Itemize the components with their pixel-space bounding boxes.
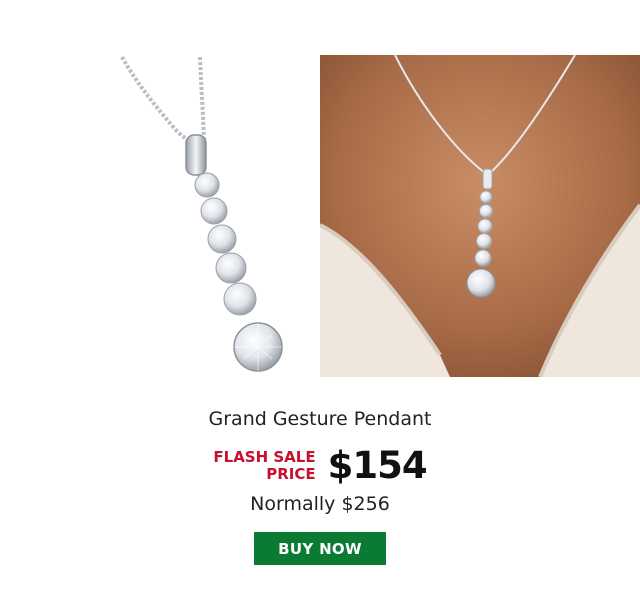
product-title[interactable]: Grand Gesture Pendant <box>0 408 640 430</box>
sale-price: $154 <box>327 444 428 487</box>
pendant-product-image[interactable] <box>0 55 320 377</box>
pendant-model-image[interactable] <box>320 55 640 377</box>
flash-sale-label: FLASH SALE PRICE <box>213 447 316 483</box>
flash-sale-line1: FLASH SALE <box>213 447 316 466</box>
price-row: FLASH SALE PRICE $154 <box>0 444 640 487</box>
flash-sale-line2: PRICE <box>266 464 316 483</box>
buy-now-button[interactable]: BUY NOW <box>254 532 386 565</box>
normal-price: Normally $256 <box>250 493 390 515</box>
pendant-product-illustration <box>120 56 283 372</box>
pendant-model-illustration <box>320 55 640 377</box>
